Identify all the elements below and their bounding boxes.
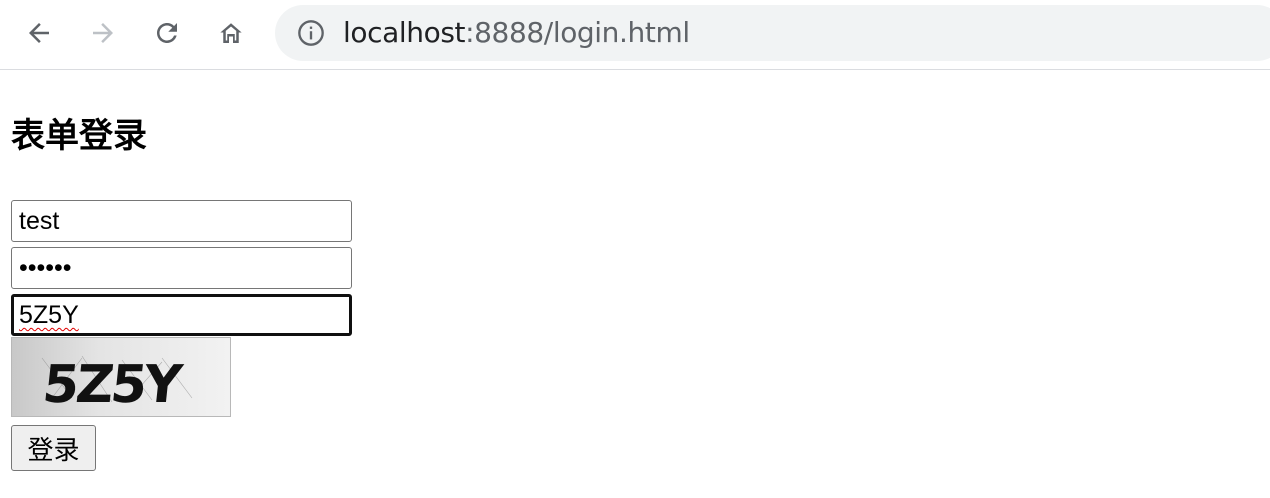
page-title: 表单登录	[11, 116, 147, 156]
login-button[interactable]: 登录	[11, 425, 96, 471]
username-value: test	[19, 207, 60, 235]
arrow-right-icon	[93, 23, 113, 43]
captcha-image-text: 5Z5Y	[40, 355, 186, 415]
url-path: :8888/login.html	[465, 16, 690, 49]
browser-toolbar: localhost:8888/login.html	[0, 0, 1270, 70]
url-text[interactable]: localhost:8888/login.html	[343, 18, 690, 48]
home-icon	[220, 23, 242, 43]
home-button[interactable]	[211, 13, 251, 53]
password-input[interactable]: ••••••	[11, 247, 352, 289]
arrow-left-icon	[29, 23, 49, 43]
info-circle-icon[interactable]	[297, 19, 325, 47]
svg-text:5Z5Y: 5Z5Y	[40, 355, 186, 415]
url-host: localhost	[343, 16, 466, 49]
address-bar[interactable]: localhost:8888/login.html	[275, 5, 1270, 61]
back-button[interactable]	[19, 13, 59, 53]
captcha-image[interactable]: 5Z5Y	[11, 337, 231, 417]
captcha-input-value: 5Z5Y	[19, 301, 79, 329]
forward-button[interactable]	[83, 13, 123, 53]
captcha-input[interactable]: 5Z5Y	[11, 294, 352, 336]
password-value: ••••••	[19, 254, 72, 282]
captcha-image-drawing: 5Z5Y	[40, 355, 193, 415]
reload-button[interactable]	[147, 13, 187, 53]
reload-icon	[157, 23, 177, 43]
username-input[interactable]: test	[11, 200, 352, 242]
